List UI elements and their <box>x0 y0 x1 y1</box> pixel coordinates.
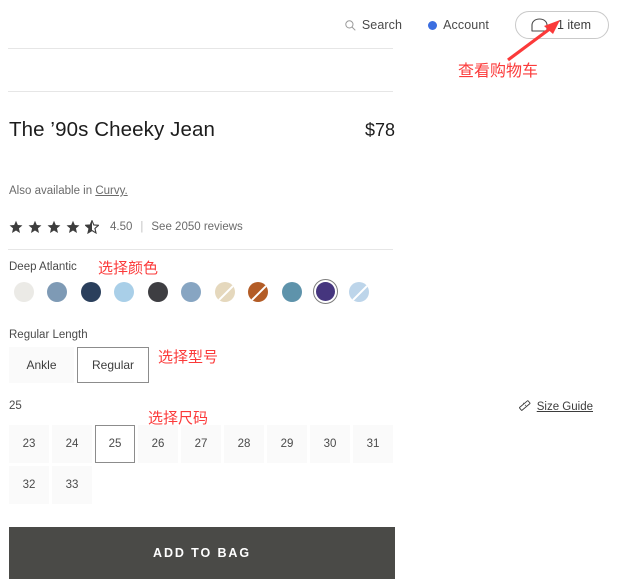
product-header: The ’90s Cheeky Jean $78 <box>9 118 395 142</box>
color-swatch-light-sky-blue[interactable] <box>112 279 137 304</box>
size-option-label: 33 <box>65 479 79 491</box>
color-swatch-fill <box>147 281 168 302</box>
star-filled-icon <box>9 220 23 234</box>
size-option-label: 31 <box>366 438 380 450</box>
color-swatch-fill <box>13 281 34 302</box>
color-swatch-fill <box>214 281 235 302</box>
size-option-28[interactable]: 28 <box>224 425 264 463</box>
color-swatch-rust-brown[interactable] <box>246 279 271 304</box>
size-option-24[interactable]: 24 <box>52 425 92 463</box>
color-swatch-fill <box>181 281 201 302</box>
cart-button[interactable]: 1 item <box>514 11 609 39</box>
length-option-label: Regular <box>92 358 135 372</box>
annotation-select-model: 选择型号 <box>158 348 219 366</box>
size-option-29[interactable]: 29 <box>267 425 307 463</box>
length-option-ankle[interactable]: Ankle <box>9 347 74 383</box>
ruler-icon <box>518 399 531 415</box>
color-swatch-dusty-blue[interactable] <box>179 279 204 304</box>
also-available-label: Also available in <box>9 185 96 197</box>
size-guide-label: Size Guide <box>536 401 593 413</box>
divider-top <box>8 48 393 49</box>
star-filled-icon <box>47 220 61 234</box>
size-option-23[interactable]: 23 <box>9 425 49 463</box>
color-swatch-fill <box>248 281 268 302</box>
size-option-label: 29 <box>280 438 294 450</box>
star-filled-icon <box>66 220 80 234</box>
color-swatch-fill <box>114 281 134 302</box>
size-option-31[interactable]: 31 <box>353 425 393 463</box>
annotation-view-cart: 查看购物车 <box>458 61 539 80</box>
size-option-grid: 23 24 25 26 27 28 29 30 31 32 33 <box>9 425 399 504</box>
search-icon <box>345 19 356 31</box>
star-filled-icon <box>28 220 42 234</box>
size-option-label: 23 <box>22 438 36 450</box>
rating-value: 4.50 <box>110 221 133 233</box>
divider-rating <box>8 249 393 250</box>
length-option-regular[interactable]: Regular <box>77 347 150 383</box>
selected-size-label: 25 <box>9 400 22 412</box>
color-swatch-fill <box>47 281 67 302</box>
color-swatch-slate-blue[interactable] <box>45 279 70 304</box>
rating-row: 4.50 | See 2050 reviews <box>9 220 243 234</box>
size-option-label: 24 <box>65 438 79 450</box>
page-title: The ’90s Cheeky Jean <box>9 118 215 141</box>
product-price: $78 <box>364 120 395 140</box>
account-label: Account <box>443 18 489 32</box>
shopping-bag-icon <box>531 18 548 32</box>
size-option-26[interactable]: 26 <box>138 425 178 463</box>
search-button[interactable]: Search <box>345 18 402 32</box>
add-to-bag-button[interactable]: ADD TO BAG <box>9 527 395 579</box>
color-swatch-fill <box>315 282 335 301</box>
color-swatch-off-white[interactable] <box>11 279 36 304</box>
color-swatch-fill <box>281 281 302 302</box>
size-option-25[interactable]: 25 <box>95 425 135 463</box>
curvy-link[interactable]: Curvy. <box>95 185 127 197</box>
color-swatch-teal-blue[interactable] <box>279 279 304 304</box>
color-swatch-pale-blue[interactable] <box>346 279 371 304</box>
divider-second <box>8 91 393 92</box>
selected-color-name: Deep Atlantic <box>9 261 77 273</box>
color-swatch-deep-navy[interactable] <box>78 279 103 304</box>
color-swatch-fill <box>348 281 369 302</box>
top-utility-nav: Search Account 1 item <box>345 9 609 41</box>
color-swatch-fill <box>80 281 101 302</box>
account-button[interactable]: Account <box>428 18 489 32</box>
annotation-select-size: 选择尺码 <box>148 409 209 427</box>
color-swatch-charcoal[interactable] <box>145 279 170 304</box>
search-label: Search <box>361 18 403 32</box>
size-option-label: 26 <box>151 438 165 450</box>
size-option-33[interactable]: 33 <box>52 466 92 504</box>
also-available-row: Also available in Curvy. <box>9 185 128 197</box>
size-option-label: 25 <box>108 438 122 450</box>
size-option-label: 30 <box>323 438 337 450</box>
size-option-label: 27 <box>194 438 208 450</box>
star-rating[interactable] <box>9 220 99 234</box>
selected-length-label: Regular Length <box>9 329 88 341</box>
size-option-label: 32 <box>22 479 36 491</box>
size-option-30[interactable]: 30 <box>310 425 350 463</box>
annotation-select-color: 选择颜色 <box>98 259 159 277</box>
cart-item-count: 1 item <box>556 18 591 32</box>
account-dot-icon <box>428 20 438 30</box>
rating-separator: | <box>140 221 144 233</box>
color-swatch-deep-atlantic[interactable] <box>312 279 338 304</box>
size-option-label: 28 <box>237 438 251 450</box>
star-half-icon <box>85 220 99 234</box>
size-guide-link[interactable]: Size Guide <box>518 399 593 415</box>
size-option-27[interactable]: 27 <box>181 425 221 463</box>
color-swatch-ecru[interactable] <box>212 279 237 304</box>
see-reviews-link[interactable]: See 2050 reviews <box>151 221 242 233</box>
size-option-32[interactable]: 32 <box>9 466 49 504</box>
length-option-label: Ankle <box>26 358 57 372</box>
color-swatch-list <box>11 279 371 304</box>
length-option-list: Ankle Regular <box>9 347 150 383</box>
